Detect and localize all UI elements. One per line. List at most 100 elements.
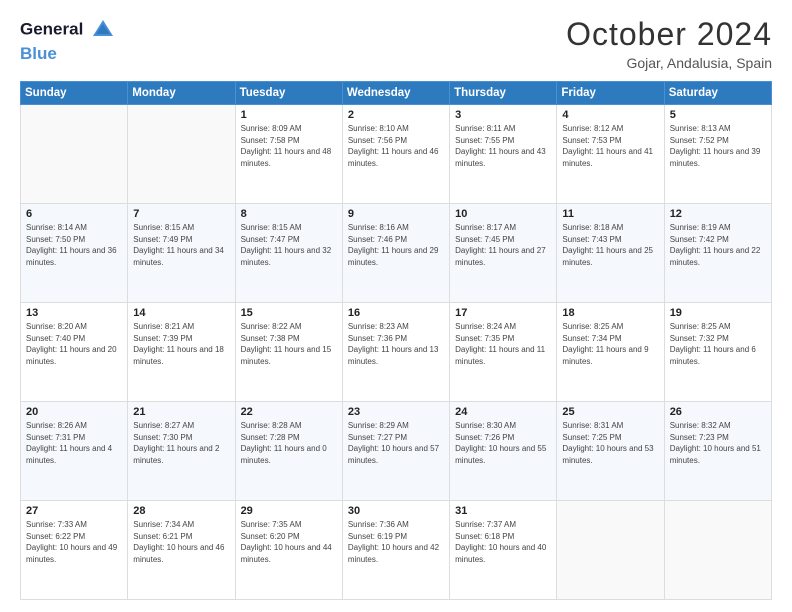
day-number: 4 (562, 109, 658, 121)
day-number: 9 (348, 208, 444, 220)
calendar-cell: 25 Sunrise: 8:31 AM Sunset: 7:25 PM Dayli… (557, 402, 664, 501)
calendar-col-wednesday: Wednesday (342, 82, 449, 105)
day-info: Sunrise: 8:11 AM Sunset: 7:55 PM Dayligh… (455, 123, 551, 169)
logo-blue: Blue (20, 44, 117, 64)
day-info: Sunrise: 7:36 AM Sunset: 6:19 PM Dayligh… (348, 519, 444, 565)
calendar-cell: 18 Sunrise: 8:25 AM Sunset: 7:34 PM Dayli… (557, 303, 664, 402)
day-number: 25 (562, 406, 658, 418)
day-number: 11 (562, 208, 658, 220)
logo-general: General (20, 19, 83, 38)
calendar-cell: 28Sunrise: 7:34 AM Sunset: 6:21 PM Dayli… (128, 501, 235, 600)
day-info: Sunrise: 8:17 AM Sunset: 7:45 PM Dayligh… (455, 222, 551, 268)
day-info: Sunrise: 8:32 AM Sunset: 7:23 PM Dayligh… (670, 420, 766, 466)
day-number: 7 (133, 208, 229, 220)
calendar-col-monday: Monday (128, 82, 235, 105)
month-title: October 2024 (566, 16, 772, 53)
calendar-cell: 30 Sunrise: 7:36 AM Sunset: 6:19 PM Dayli… (342, 501, 449, 600)
calendar-cell: 19 Sunrise: 8:25 AM Sunset: 7:32 PM Dayli… (664, 303, 771, 402)
day-number: 26 (670, 406, 766, 418)
calendar-week-row: 1Sunrise: 8:09 AM Sunset: 7:58 PM Daylig… (21, 105, 772, 204)
day-info: Sunrise: 8:21 AM Sunset: 7:39 PM Dayligh… (133, 321, 229, 367)
day-info: Sunrise: 8:25 AM Sunset: 7:32 PM Dayligh… (670, 321, 766, 367)
day-info: Sunrise: 8:10 AM Sunset: 7:56 PM Dayligh… (348, 123, 444, 169)
calendar-cell: 12 Sunrise: 8:19 AM Sunset: 7:42 PM Dayli… (664, 204, 771, 303)
day-number: 23 (348, 406, 444, 418)
day-number: 14 (133, 307, 229, 319)
calendar-cell (21, 105, 128, 204)
calendar-cell (557, 501, 664, 600)
day-info: Sunrise: 8:15 AM Sunset: 7:49 PM Dayligh… (133, 222, 229, 268)
day-number: 8 (241, 208, 337, 220)
calendar-cell: 15 Sunrise: 8:22 AM Sunset: 7:38 PM Dayli… (235, 303, 342, 402)
day-number: 16 (348, 307, 444, 319)
logo: General Blue (20, 16, 117, 64)
day-info: Sunrise: 8:16 AM Sunset: 7:46 PM Dayligh… (348, 222, 444, 268)
calendar-col-thursday: Thursday (450, 82, 557, 105)
day-info: Sunrise: 7:37 AM Sunset: 6:18 PM Dayligh… (455, 519, 551, 565)
logo-icon (89, 16, 117, 44)
day-number: 12 (670, 208, 766, 220)
day-number: 6 (26, 208, 122, 220)
calendar-cell: 14 Sunrise: 8:21 AM Sunset: 7:39 PM Dayli… (128, 303, 235, 402)
day-info: Sunrise: 8:19 AM Sunset: 7:42 PM Dayligh… (670, 222, 766, 268)
calendar-cell: 6 Sunrise: 8:14 AM Sunset: 7:50 PM Daylig… (21, 204, 128, 303)
day-info: Sunrise: 8:28 AM Sunset: 7:28 PM Dayligh… (241, 420, 337, 466)
day-info: Sunrise: 8:27 AM Sunset: 7:30 PM Dayligh… (133, 420, 229, 466)
day-number: 28 (133, 505, 229, 517)
calendar-table: SundayMondayTuesdayWednesdayThursdayFrid… (20, 81, 772, 600)
calendar-cell: 21 Sunrise: 8:27 AM Sunset: 7:30 PM Dayli… (128, 402, 235, 501)
calendar-cell: 9 Sunrise: 8:16 AM Sunset: 7:46 PM Daylig… (342, 204, 449, 303)
day-info: Sunrise: 8:25 AM Sunset: 7:34 PM Dayligh… (562, 321, 658, 367)
day-info: Sunrise: 8:14 AM Sunset: 7:50 PM Dayligh… (26, 222, 122, 268)
day-number: 17 (455, 307, 551, 319)
header: General Blue October 2024 Gojar, Andalus… (20, 16, 772, 71)
calendar-cell (128, 105, 235, 204)
day-number: 31 (455, 505, 551, 517)
day-info: Sunrise: 8:15 AM Sunset: 7:47 PM Dayligh… (241, 222, 337, 268)
day-info: Sunrise: 8:26 AM Sunset: 7:31 PM Dayligh… (26, 420, 122, 466)
calendar-cell: 5Sunrise: 8:13 AM Sunset: 7:52 PM Daylig… (664, 105, 771, 204)
day-info: Sunrise: 8:13 AM Sunset: 7:52 PM Dayligh… (670, 123, 766, 169)
day-number: 10 (455, 208, 551, 220)
calendar-cell: 31 Sunrise: 7:37 AM Sunset: 6:18 PM Dayli… (450, 501, 557, 600)
calendar-cell: 3 Sunrise: 8:11 AM Sunset: 7:55 PM Daylig… (450, 105, 557, 204)
day-number: 18 (562, 307, 658, 319)
day-info: Sunrise: 8:22 AM Sunset: 7:38 PM Dayligh… (241, 321, 337, 367)
day-number: 19 (670, 307, 766, 319)
day-info: Sunrise: 8:18 AM Sunset: 7:43 PM Dayligh… (562, 222, 658, 268)
day-number: 21 (133, 406, 229, 418)
calendar-cell: 24Sunrise: 8:30 AM Sunset: 7:26 PM Dayli… (450, 402, 557, 501)
day-info: Sunrise: 8:31 AM Sunset: 7:25 PM Dayligh… (562, 420, 658, 466)
day-info: Sunrise: 7:33 AM Sunset: 6:22 PM Dayligh… (26, 519, 122, 565)
day-number: 30 (348, 505, 444, 517)
day-info: Sunrise: 8:12 AM Sunset: 7:53 PM Dayligh… (562, 123, 658, 169)
day-number: 29 (241, 505, 337, 517)
calendar-col-friday: Friday (557, 82, 664, 105)
day-number: 27 (26, 505, 122, 517)
calendar-cell: 29 Sunrise: 7:35 AM Sunset: 6:20 PM Dayli… (235, 501, 342, 600)
day-info: Sunrise: 8:30 AM Sunset: 7:26 PM Dayligh… (455, 420, 551, 466)
day-number: 2 (348, 109, 444, 121)
calendar-col-tuesday: Tuesday (235, 82, 342, 105)
calendar-col-sunday: Sunday (21, 82, 128, 105)
day-number: 13 (26, 307, 122, 319)
calendar-week-row: 20Sunrise: 8:26 AM Sunset: 7:31 PM Dayli… (21, 402, 772, 501)
location-title: Gojar, Andalusia, Spain (566, 55, 772, 71)
calendar-cell: 2 Sunrise: 8:10 AM Sunset: 7:56 PM Daylig… (342, 105, 449, 204)
day-info: Sunrise: 7:35 AM Sunset: 6:20 PM Dayligh… (241, 519, 337, 565)
calendar-week-row: 6 Sunrise: 8:14 AM Sunset: 7:50 PM Daylig… (21, 204, 772, 303)
title-block: October 2024 Gojar, Andalusia, Spain (566, 16, 772, 71)
calendar-cell: 4 Sunrise: 8:12 AM Sunset: 7:53 PM Daylig… (557, 105, 664, 204)
calendar-cell: 11 Sunrise: 8:18 AM Sunset: 7:43 PM Dayli… (557, 204, 664, 303)
calendar-cell: 7 Sunrise: 8:15 AM Sunset: 7:49 PM Daylig… (128, 204, 235, 303)
calendar-cell: 26 Sunrise: 8:32 AM Sunset: 7:23 PM Dayli… (664, 402, 771, 501)
day-number: 15 (241, 307, 337, 319)
calendar-cell: 1Sunrise: 8:09 AM Sunset: 7:58 PM Daylig… (235, 105, 342, 204)
day-number: 3 (455, 109, 551, 121)
calendar-cell (664, 501, 771, 600)
day-info: Sunrise: 8:09 AM Sunset: 7:58 PM Dayligh… (241, 123, 337, 169)
calendar-cell: 27 Sunrise: 7:33 AM Sunset: 6:22 PM Dayli… (21, 501, 128, 600)
calendar-cell: 13 Sunrise: 8:20 AM Sunset: 7:40 PM Dayli… (21, 303, 128, 402)
day-info: Sunrise: 8:20 AM Sunset: 7:40 PM Dayligh… (26, 321, 122, 367)
day-info: Sunrise: 8:24 AM Sunset: 7:35 PM Dayligh… (455, 321, 551, 367)
